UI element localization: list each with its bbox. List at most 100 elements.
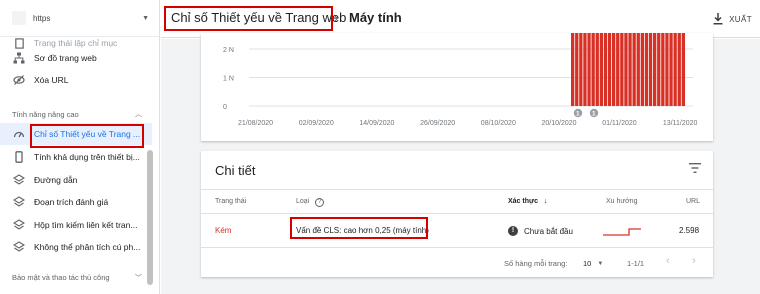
help-icon[interactable]: ?: [315, 198, 325, 207]
chart-bar: [591, 31, 595, 106]
layers-icon: [12, 240, 26, 254]
column-type-label: Loại: [296, 198, 310, 205]
section-security-label: Bảo mật và thao tác thủ công: [12, 273, 110, 282]
column-trend[interactable]: Xu hướng: [606, 198, 637, 205]
x-tick-label: 13/11/2020: [663, 120, 698, 127]
sidebar-item-unparsable[interactable]: Không thể phân tích cú ph...: [0, 236, 152, 258]
export-label: XUẤT: [729, 14, 752, 24]
sidebar-item-sitelinks-searchbox[interactable]: Hộp tìm kiếm liên kết tran...: [0, 214, 152, 236]
x-tick-label: 14/09/2020: [359, 120, 394, 127]
speed-icon: [12, 127, 26, 141]
caret-down-icon: ▼: [597, 260, 604, 267]
property-name: https: [33, 13, 51, 23]
sidebar-scrollbar[interactable]: [147, 150, 153, 285]
row-divider: [201, 247, 713, 248]
sidebar-item-label: Đường dẫn: [34, 175, 78, 185]
row-divider: [201, 213, 713, 214]
next-page-icon[interactable]: ›: [692, 255, 696, 267]
sidebar-item-core-web-vitals[interactable]: Chỉ số Thiết yếu về Trang ...: [0, 123, 152, 145]
details-card: Chi tiết Trang thái Loại ? Xác thực ↓ Xu…: [201, 151, 713, 277]
section-enhancements[interactable]: Tính năng nâng cao ︿: [12, 109, 142, 119]
breadcrumb-report[interactable]: Chỉ số Thiết yếu về Trang web: [171, 10, 346, 25]
chart-bar: [612, 31, 616, 106]
main-content: 2 N 1 N 0 21/08/2020 02/09/2020 14/09/2020 26/…: [161, 31, 760, 294]
chart-bar: [587, 31, 591, 106]
row-type: Vấn đề CLS: cao hơn 0,25 (máy tính): [296, 226, 429, 235]
chart-bar: [607, 31, 612, 106]
row-status: Kém: [215, 226, 232, 235]
column-validation-label: Xác thực: [508, 198, 538, 205]
filter-icon[interactable]: [689, 163, 701, 173]
x-tick-label: 02/09/2020: [299, 120, 334, 127]
sidebar-item-review-snippets[interactable]: Đoạn trích đánh giá: [0, 191, 152, 213]
annotation-label: 1: [592, 111, 596, 118]
chart-bar: [616, 31, 620, 106]
x-tick-label: 08/10/2020: [481, 120, 516, 127]
sidebar-item-mobile-usability[interactable]: Tính khả dụng trên thiết bị...: [0, 146, 152, 168]
chart-bar: [681, 31, 685, 106]
section-security[interactable]: Bảo mật và thao tác thủ công ﹀: [12, 273, 142, 283]
chart-bar: [661, 31, 665, 106]
chart-bar: [624, 31, 628, 106]
chart-bar: [669, 31, 673, 106]
chart-bar: [653, 31, 657, 106]
layers-icon: [12, 173, 26, 187]
sidebar-item-label: Tính khả dụng trên thiết bị...: [34, 152, 140, 162]
column-status[interactable]: Trang thái: [215, 198, 246, 205]
chart-bar: [636, 31, 640, 106]
chart-bar: [632, 31, 636, 106]
rows-per-page-select[interactable]: 10 ▼: [583, 259, 603, 268]
chart-bar: [595, 31, 599, 106]
x-tick-label: 26/09/2020: [420, 120, 455, 127]
chevron-down-icon: ﹀: [135, 275, 142, 282]
chart-bar: [677, 31, 681, 106]
rows-per-page-value: 10: [583, 259, 592, 268]
chart-bar: [579, 31, 583, 106]
chart-bar: [644, 31, 649, 106]
chart-bar: [571, 31, 575, 106]
sidebar-item-label: Đoạn trích đánh giá: [34, 197, 109, 207]
caret-down-icon: ▼: [142, 14, 149, 22]
sidebar-item-removals[interactable]: Xóa URL: [0, 69, 152, 91]
y-tick-label: 1 N: [223, 76, 234, 83]
chart-bar: [628, 31, 632, 106]
property-selector[interactable]: https ▼: [10, 7, 155, 29]
column-type[interactable]: Loại ?: [296, 198, 325, 207]
export-button[interactable]: XUẤT: [713, 9, 752, 29]
chart-bar: [648, 31, 653, 106]
sidebar-item-breadcrumbs[interactable]: Đường dẫn: [0, 169, 152, 191]
sidebar-item-label: Hộp tìm kiếm liên kết tran...: [34, 220, 138, 230]
row-validation-label: Chưa bắt đầu: [524, 226, 573, 236]
mobile-icon: [12, 150, 26, 164]
chart-bar: [657, 31, 661, 106]
layers-icon: [12, 218, 26, 232]
chart-bar: [599, 31, 603, 106]
sidebar-item-sitemaps[interactable]: Sơ đồ trang web: [0, 47, 152, 69]
y-tick-label: 2 N: [223, 47, 234, 54]
sitemap-icon: [12, 51, 26, 65]
property-favicon: [12, 11, 26, 25]
chart-bar: [583, 31, 587, 106]
chevron-right-icon: ›: [334, 10, 339, 25]
y-tick-label: 0: [223, 104, 227, 111]
chart-card: 2 N 1 N 0 21/08/2020 02/09/2020 14/09/2020 26/…: [201, 31, 713, 141]
layers-icon: [12, 195, 26, 209]
column-validation[interactable]: Xác thực ↓: [508, 198, 547, 205]
sidebar: https ▼ Trạng thái lập chỉ mục Sơ đồ tra…: [0, 0, 160, 294]
annotation-label: 1: [576, 111, 580, 118]
x-tick-label: 01/11/2020: [602, 120, 637, 127]
sidebar-item-label: Chỉ số Thiết yếu về Trang ...: [34, 129, 141, 139]
row-validation: ! Chưa bắt đầu: [508, 226, 573, 236]
column-urls[interactable]: URL: [686, 198, 700, 205]
chart-bar: [665, 31, 669, 106]
pagination-range: 1-1/1: [627, 259, 645, 268]
chart-bar: [603, 31, 608, 106]
x-tick-label: 21/08/2020: [238, 120, 273, 127]
chart-bar: [640, 31, 644, 106]
prev-page-icon[interactable]: ‹: [666, 255, 670, 267]
chart-bar: [575, 31, 579, 106]
section-enhancements-label: Tính năng nâng cao: [12, 109, 79, 119]
chevron-up-icon: ︿: [135, 111, 142, 118]
details-title: Chi tiết: [215, 163, 256, 178]
arrow-down-icon: ↓: [543, 198, 548, 205]
